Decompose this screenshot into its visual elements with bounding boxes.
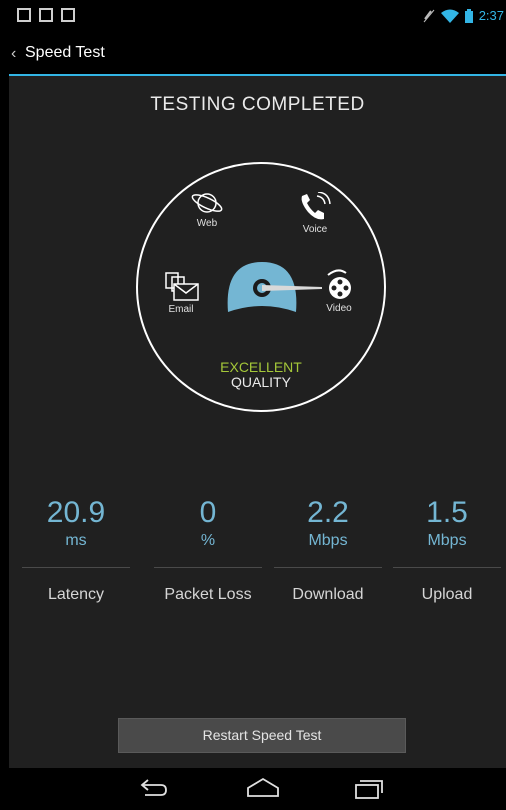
divider [154, 567, 262, 568]
web-label: Web [196, 218, 218, 229]
divider [393, 567, 501, 568]
email-feature: Email [162, 272, 200, 315]
latency-unit: ms [65, 532, 87, 549]
upload-value: 1.5 [426, 496, 468, 529]
mute-icon [423, 9, 435, 22]
gallery-notification-icon [17, 8, 31, 22]
latency-metric: 20.9 ms Latency [22, 496, 130, 604]
home-icon[interactable] [246, 776, 280, 800]
download-metric: 2.2 Mbps Download [274, 496, 382, 604]
test-status-heading: TESTING COMPLETED [150, 94, 365, 115]
latency-label: Latency [47, 586, 105, 603]
app-title[interactable]: Speed Test [25, 44, 105, 62]
packet-loss-value: 0 [199, 496, 217, 529]
email-label: Email [168, 304, 194, 315]
phone-icon [301, 192, 331, 220]
action-bar: ‹ Speed Test [9, 32, 506, 76]
upload-label: Upload [421, 586, 473, 603]
back-icon[interactable] [139, 776, 169, 800]
battery-icon [464, 8, 473, 23]
download-label: Download [292, 586, 364, 603]
clock: 2:37 [478, 8, 504, 23]
divider [274, 567, 382, 568]
packet-loss-unit: % [200, 532, 216, 549]
divider [22, 567, 130, 568]
video-feature: Video [324, 269, 354, 314]
packet-loss-metric: 0 % Packet Loss [154, 496, 262, 604]
quality-rating-value: EXCELLENT [220, 359, 302, 375]
web-icon [191, 193, 223, 213]
metrics-panel: 20.9 ms Latency 0 % Packet Loss 2.2 Mbps… [9, 496, 506, 616]
navigation-bar [9, 768, 506, 810]
download-unit: Mbps [308, 532, 348, 549]
voice-feature: Voice [298, 192, 332, 235]
store-notification-icon [61, 8, 75, 22]
upload-unit: Mbps [427, 532, 467, 549]
speed-gauge-icon [227, 262, 322, 312]
email-icon [165, 272, 199, 301]
quality-rating: EXCELLENT QUALITY [138, 360, 384, 390]
packet-loss-label: Packet Loss [164, 586, 252, 603]
voice-label: Voice [302, 224, 328, 235]
restart-speed-test-button[interactable]: Restart Speed Test [118, 718, 406, 753]
wifi-icon [440, 9, 459, 23]
quality-rating-label: QUALITY [231, 374, 291, 390]
quality-dial: Web Voice Email Video EXCELLENT QUALITY [136, 162, 386, 412]
upload-metric: 1.5 Mbps Upload [393, 496, 501, 604]
device-notification-icon [39, 8, 53, 22]
web-feature: Web [190, 190, 224, 229]
main-content: TESTING COMPLETED Web Voice Email Video … [9, 76, 506, 768]
latency-value: 20.9 [46, 496, 106, 529]
download-value: 2.2 [307, 496, 349, 529]
video-reel-icon [327, 269, 351, 299]
video-label: Video [326, 303, 352, 314]
back-chevron-icon[interactable]: ‹ [11, 45, 16, 63]
recent-apps-icon[interactable] [354, 776, 384, 800]
status-bar: 2:37 [9, 0, 506, 32]
